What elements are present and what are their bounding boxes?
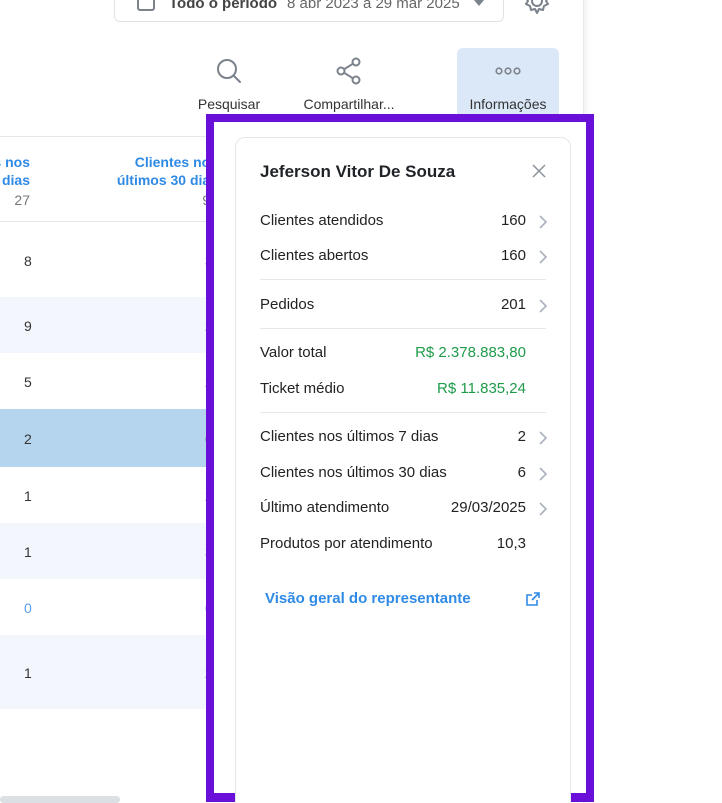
chevron-right-icon	[539, 250, 548, 264]
table-row-selected[interactable]: 2 6	[0, 409, 222, 467]
share-icon	[336, 57, 361, 85]
chevron-right-icon	[539, 299, 548, 313]
close-icon[interactable]	[530, 162, 548, 180]
table-row[interactable]: 8 35	[0, 223, 222, 297]
stat-label: Pedidos	[260, 296, 315, 313]
table-cell: 9	[24, 318, 32, 334]
table-row[interactable]: 5 22	[0, 353, 222, 409]
stat-pedidos[interactable]: Pedidos 201	[260, 296, 548, 318]
table-cell: 5	[24, 374, 32, 390]
table-cell: 1	[24, 665, 32, 681]
representative-overview-link[interactable]: Visão geral do representante	[265, 590, 471, 607]
column-header-clientes-7[interactable]: s nos dias 27	[0, 153, 30, 209]
search-label: Pesquisar	[197, 96, 261, 112]
column-header-line: dias	[1, 172, 30, 188]
info-panel: Jeferson Vitor De Souza Clientes atendid…	[235, 137, 571, 803]
period-label: Todo o período	[169, 0, 278, 12]
calendar-icon	[137, 0, 155, 11]
chevron-right-icon	[539, 215, 548, 229]
divider	[260, 279, 546, 280]
stat-label: Clientes nos últimos 7 dias	[260, 428, 439, 445]
right-gutter	[583, 0, 722, 803]
stat-clientes-7-dias[interactable]: Clientes nos últimos 7 dias 2	[260, 428, 548, 450]
stat-label: Produtos por atendimento	[260, 535, 433, 552]
period-range: 8 abr 2023 a 29 mar 2025	[287, 0, 460, 12]
divider	[260, 412, 546, 413]
gear-icon[interactable]	[522, 0, 552, 16]
stat-value: 160	[500, 212, 526, 229]
table-cell: 0	[24, 600, 32, 616]
table-cell: 8	[24, 253, 32, 269]
column-header-clientes-30[interactable]: Clientes nos últimos 30 dias 93	[100, 153, 218, 209]
share-button[interactable]: Compartilhar...	[298, 48, 400, 118]
column-total: 93	[100, 191, 218, 209]
stat-label: Ticket médio	[260, 380, 345, 397]
stat-value: R$ 11.835,24	[437, 380, 526, 397]
stat-ticket-medio: Ticket médio R$ 11.835,24	[260, 380, 548, 402]
stat-label: Clientes abertos	[260, 247, 369, 264]
panel-title: Jeferson Vitor De Souza	[260, 162, 456, 181]
stat-produtos-por-atendimento: Produtos por atendimento 10,3	[260, 535, 548, 557]
stat-clientes-30-dias[interactable]: Clientes nos últimos 30 dias 6	[260, 464, 548, 486]
table-cell: 1	[24, 488, 32, 504]
chevron-right-icon	[539, 502, 548, 516]
stat-clientes-abertos[interactable]: Clientes abertos 160	[260, 247, 548, 269]
column-total: 27	[14, 192, 30, 208]
stat-value: 29/03/2025	[450, 499, 526, 516]
column-header-line: últimos 30 dias	[116, 172, 218, 188]
search-icon	[217, 59, 241, 83]
header-divider	[0, 221, 222, 222]
stat-value: 10,3	[496, 535, 526, 552]
table-row[interactable]: 1 3	[0, 523, 222, 579]
stat-label: Clientes nos últimos 30 dias	[260, 464, 447, 481]
column-header-line: s nos	[0, 154, 30, 170]
stat-label: Último atendimento	[260, 499, 390, 516]
stat-value: 6	[517, 464, 526, 481]
divider	[260, 328, 546, 329]
table-cell: 2	[24, 431, 32, 447]
stat-value: 2	[517, 428, 526, 445]
table-row[interactable]: 9 28	[0, 297, 222, 353]
info-label: Informações	[469, 96, 547, 112]
table-row[interactable]: 0 0	[0, 579, 222, 635]
info-button[interactable]: Informações	[457, 48, 559, 118]
stat-valor-total: Valor total R$ 2.378.883,80	[260, 344, 548, 366]
table-cell: 1	[24, 544, 32, 560]
stat-value: R$ 2.378.883,80	[415, 344, 526, 361]
chevron-right-icon	[539, 431, 548, 445]
period-selector[interactable]: Todo o período 8 abr 2023 a 29 mar 2025	[114, 0, 504, 22]
stat-value: 201	[500, 296, 526, 313]
table-row[interactable]: 1 2	[0, 635, 222, 709]
stat-clientes-atendidos[interactable]: Clientes atendidos 160	[260, 212, 548, 234]
stat-label: Clientes atendidos	[260, 212, 384, 229]
more-icon	[495, 67, 521, 75]
stat-label: Valor total	[260, 344, 327, 361]
chevron-right-icon	[539, 467, 548, 481]
table-row[interactable]: 1 2	[0, 467, 222, 523]
chevron-down-icon	[473, 0, 484, 6]
horizontal-scrollbar[interactable]	[0, 796, 120, 803]
external-link-icon[interactable]	[525, 591, 541, 607]
search-button[interactable]: Pesquisar	[192, 48, 266, 118]
stat-ultimo-atendimento[interactable]: Último atendimento 29/03/2025	[260, 499, 548, 521]
stat-value: 160	[500, 247, 526, 264]
share-label: Compartilhar...	[303, 96, 395, 112]
